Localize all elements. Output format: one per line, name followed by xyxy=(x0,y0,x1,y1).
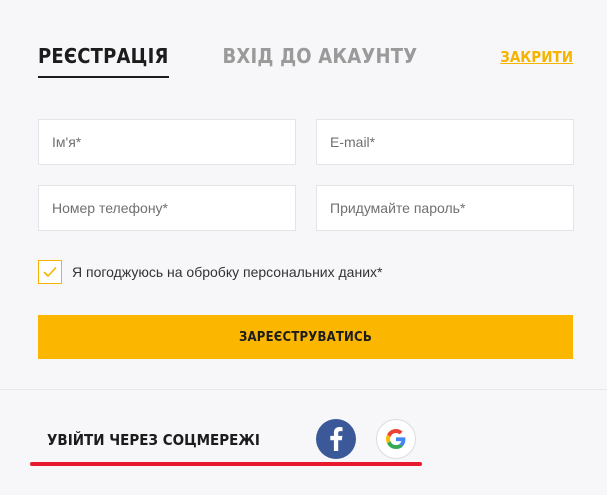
close-link[interactable]: ЗАКРИТИ xyxy=(500,48,573,66)
social-login-label: УВІЙТИ ЧЕРЕЗ СОЦМЕРЕЖІ xyxy=(47,431,260,449)
section-divider xyxy=(0,389,607,390)
consent-checkbox[interactable] xyxy=(38,260,62,284)
facebook-icon xyxy=(330,427,343,451)
password-input[interactable] xyxy=(317,186,573,230)
google-icon xyxy=(386,429,406,449)
email-input[interactable] xyxy=(317,120,573,164)
phone-input[interactable] xyxy=(39,186,295,230)
tab-registration[interactable]: РЕЄСТРАЦІЯ xyxy=(38,44,169,78)
register-button[interactable]: ЗАРЕЄСТРУВАТИСЬ xyxy=(38,315,573,359)
annotation-underline xyxy=(30,462,422,466)
consent-label: Я погоджуюсь на обробку персональних дан… xyxy=(72,264,383,280)
google-login-button[interactable] xyxy=(376,419,416,459)
name-field-wrapper xyxy=(38,119,296,165)
email-field-wrapper xyxy=(316,119,574,165)
checkmark-icon xyxy=(43,267,57,277)
phone-field-wrapper xyxy=(38,185,296,231)
auth-tabs: РЕЄСТРАЦІЯ ВХІД ДО АКАУНТУ xyxy=(38,44,417,78)
tab-login[interactable]: ВХІД ДО АКАУНТУ xyxy=(223,44,418,76)
password-field-wrapper xyxy=(316,185,574,231)
facebook-login-button[interactable] xyxy=(316,419,356,459)
name-input[interactable] xyxy=(39,120,295,164)
consent-row: Я погоджуюсь на обробку персональних дан… xyxy=(38,260,382,284)
registration-modal: РЕЄСТРАЦІЯ ВХІД ДО АКАУНТУ ЗАКРИТИ Я пог… xyxy=(0,0,607,495)
